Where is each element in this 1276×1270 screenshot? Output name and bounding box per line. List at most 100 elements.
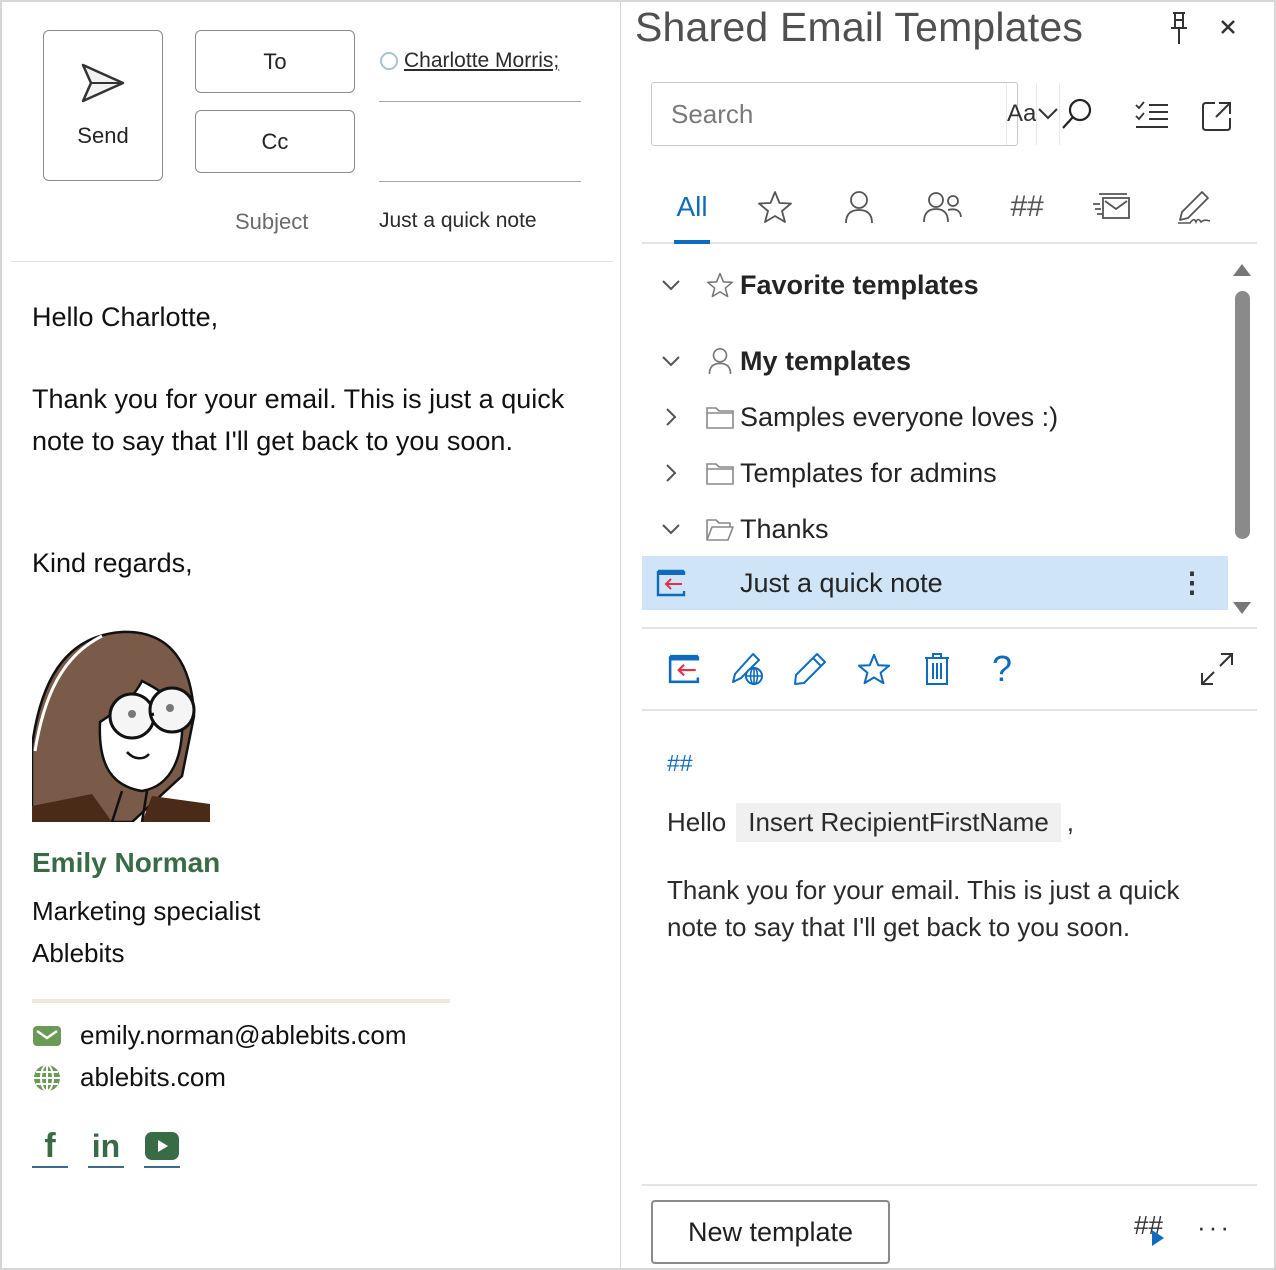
tab-signatures[interactable]	[1165, 172, 1225, 242]
signature-email[interactable]: emily.norman@ablebits.com	[80, 1020, 406, 1051]
delete-template-button[interactable]	[917, 647, 957, 691]
to-recipient[interactable]: Charlotte Morris;	[380, 49, 559, 73]
help-button[interactable]: ?	[982, 647, 1022, 691]
signature-divider	[32, 999, 450, 1003]
scroll-thumb[interactable]	[1235, 291, 1250, 539]
tab-email-templates[interactable]	[1081, 172, 1141, 242]
pin-button[interactable]	[1162, 10, 1196, 46]
tree-node-favorite-templates[interactable]: Favorite templates	[642, 258, 1228, 312]
pencil-icon	[794, 653, 826, 685]
presence-icon	[380, 52, 398, 70]
subject-field[interactable]: Just a quick note	[379, 209, 537, 233]
linkedin-link[interactable]: in	[88, 1128, 124, 1168]
mail-fast-icon	[1093, 193, 1130, 219]
run-macro-icon: ##	[1134, 1210, 1164, 1246]
open-external-icon	[1202, 102, 1231, 131]
facebook-link[interactable]: f	[32, 1128, 68, 1168]
share-template-button[interactable]	[727, 647, 767, 691]
send-button[interactable]: Send	[43, 30, 163, 181]
match-case-button[interactable]: Aa	[1006, 83, 1036, 145]
to-button[interactable]: To	[195, 30, 355, 93]
expand-icon	[1201, 653, 1233, 685]
edit-share-icon	[732, 653, 763, 685]
tree-node-label: Thanks	[740, 513, 829, 544]
tab-team-templates[interactable]	[913, 172, 973, 242]
search-box: Aa	[651, 82, 1092, 146]
body-closing[interactable]: Kind regards,	[32, 542, 572, 584]
signature-title: Marketing specialist	[32, 896, 261, 926]
scroll-up-arrow[interactable]	[1233, 264, 1251, 276]
chevron-down-icon[interactable]	[642, 523, 700, 535]
signature-name: Emily Norman	[32, 847, 221, 878]
tree-node-label: My templates	[740, 345, 912, 376]
send-icon	[81, 63, 125, 103]
tree-scrollbar[interactable]	[1230, 258, 1254, 614]
expand-preview-button[interactable]	[1197, 647, 1237, 691]
star-icon	[700, 272, 740, 298]
search-button[interactable]	[1059, 83, 1094, 145]
tab-all[interactable]: All	[662, 172, 722, 244]
chevron-right-icon[interactable]	[642, 407, 700, 427]
templates-pane: Shared Email Templates Aa All ##	[622, 2, 1274, 1268]
chevron-right-icon[interactable]	[642, 463, 700, 483]
template-action-bar: ?	[642, 627, 1257, 711]
youtube-link[interactable]	[144, 1128, 180, 1168]
signature-icon	[1178, 191, 1211, 225]
chevron-down-icon[interactable]	[642, 355, 700, 367]
scroll-down-arrow[interactable]	[1233, 602, 1251, 614]
preview-greeting: Hello Insert RecipientFirstName ,	[667, 803, 1227, 842]
tree-node-admins[interactable]: Templates for admins	[642, 446, 1228, 500]
person-icon	[845, 191, 873, 224]
insert-macro-button[interactable]: ##	[1132, 1210, 1172, 1250]
tab-all-label: All	[676, 191, 708, 222]
body-paragraph[interactable]: Thank you for your email. This is just a…	[32, 378, 572, 462]
template-tree: Favorite templates My templates Samples …	[642, 254, 1228, 610]
signature-website-row: ablebits.com	[32, 1062, 226, 1093]
tree-node-my-templates[interactable]: My templates	[642, 334, 1228, 388]
tree-node-thanks[interactable]: Thanks	[642, 502, 1228, 556]
signature-company: Ablebits	[32, 938, 125, 968]
category-tabs: All ##	[642, 172, 1257, 244]
insert-template-button[interactable]	[664, 647, 704, 691]
checklist-icon	[1135, 101, 1168, 128]
chevron-down-icon[interactable]	[642, 279, 700, 291]
folder-icon	[700, 461, 740, 485]
open-in-window-button[interactable]	[1197, 96, 1237, 136]
to-field-underline	[379, 101, 581, 102]
folder-icon	[700, 405, 740, 429]
cc-button[interactable]: Cc	[195, 110, 355, 173]
preview-body: Thank you for your email. This is just a…	[667, 875, 1180, 942]
youtube-icon	[145, 1132, 179, 1160]
insert-template-icon[interactable]	[642, 569, 700, 597]
edit-template-button[interactable]	[790, 647, 830, 691]
tree-node-label: Samples everyone loves :)	[740, 401, 1059, 432]
tree-node-just-a-quick-note[interactable]: Just a quick note ⋮	[642, 556, 1228, 610]
multi-select-button[interactable]	[1132, 96, 1172, 136]
preview-macro-placeholder[interactable]: Insert RecipientFirstName	[736, 803, 1061, 842]
search-options-dropdown[interactable]	[1036, 83, 1059, 145]
pane-title: Shared Email Templates	[635, 4, 1084, 50]
help-icon: ?	[991, 648, 1013, 689]
people-icon	[923, 192, 962, 223]
tree-node-label: Templates for admins	[740, 457, 997, 488]
person-icon	[700, 347, 740, 375]
cc-field[interactable]	[379, 110, 581, 180]
tree-node-samples[interactable]: Samples everyone loves :)	[642, 390, 1228, 444]
tab-favorites[interactable]	[745, 172, 805, 242]
new-template-button[interactable]: New template	[651, 1200, 890, 1264]
tab-my-templates[interactable]	[829, 172, 889, 242]
favorite-template-button[interactable]	[854, 647, 894, 691]
search-input[interactable]	[652, 83, 1006, 145]
more-options-button[interactable]: ···	[1197, 1212, 1237, 1242]
close-pane-button[interactable]	[1214, 12, 1242, 42]
chevron-down-icon	[1038, 108, 1059, 120]
body-greeting[interactable]: Hello Charlotte,	[32, 296, 572, 338]
signature-website[interactable]: ablebits.com	[80, 1062, 226, 1093]
tree-node-label: Just a quick note	[740, 567, 943, 598]
more-vertical-icon[interactable]: ⋮	[1178, 566, 1206, 599]
recipient-name[interactable]: Charlotte Morris;	[404, 49, 559, 73]
preview-macro-marker: ##	[667, 750, 693, 776]
insert-template-icon	[668, 654, 700, 684]
tab-macros[interactable]: ##	[997, 172, 1057, 242]
template-preview: ## Hello Insert RecipientFirstName , Tha…	[667, 750, 1227, 946]
